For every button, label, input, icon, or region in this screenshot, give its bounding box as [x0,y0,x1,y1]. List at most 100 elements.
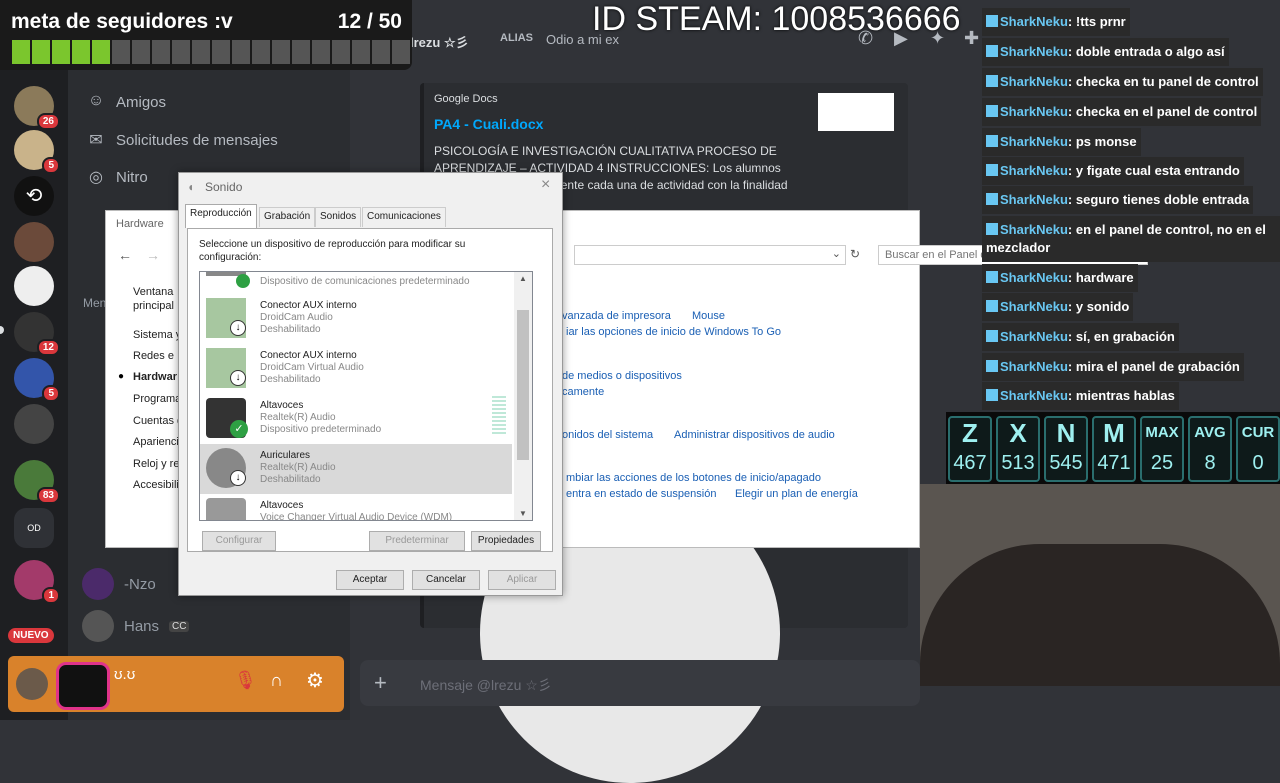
device-item[interactable]: ↓ Conector AUX interno DroidCam Audio De… [200,294,512,344]
composer-placeholder: Mensaje @lrezu ☆彡 [420,677,552,693]
cancel-button[interactable]: Cancelar [412,570,480,590]
set-default-button[interactable]: Predeterminar [369,531,465,551]
server-icon[interactable]: 26 [14,86,60,130]
nav-system[interactable]: Sistema y [133,329,181,341]
nav-label: Solicitudes de mensajes [116,131,278,149]
server-icon[interactable]: 5 [14,130,60,174]
address-bar[interactable]: ⌄ [574,245,846,265]
link-power-plan[interactable]: Elegir un plan de energía [735,488,858,500]
device-item[interactable]: Altavoces Voice Changer Virtual Audio De… [200,494,512,520]
nitro-icon: ◎ [89,169,103,186]
chat-text: : checka en el panel de control [1067,104,1258,119]
link-printer[interactable]: vanzada de impresora [562,310,671,322]
dm-item[interactable]: -Nzo [82,568,156,600]
nav-hardware[interactable]: Hardwar [133,371,177,383]
goal-segment [212,40,230,64]
server-icon[interactable]: ⟲ [14,176,54,216]
link-media[interactable]: de medios o dispositivos [562,370,682,382]
scroll-down-icon[interactable]: ▼ [519,509,527,518]
nav-friends[interactable]: ☺ Amigos [86,92,166,112]
tab-sounds[interactable]: Sonidos [315,207,362,227]
nav-appearance[interactable]: Aparienci [133,436,179,448]
close-icon[interactable]: × [541,176,550,194]
chat-username: SharkNeku [1000,270,1068,285]
embed-thumbnail[interactable] [818,93,894,131]
device-item[interactable]: Dispositivo de comunicaciones predetermi… [200,272,512,288]
chat-message: SharkNeku: !tts prnr [982,8,1130,36]
configure-button[interactable]: Configurar [202,531,276,551]
scrollbar[interactable]: ▲ ▼ [514,272,532,520]
link-mouse[interactable]: Mouse [692,310,725,322]
tab-recording[interactable]: Grabación [259,207,316,227]
nav-programs[interactable]: Programa [133,393,181,405]
default-check-icon: ✓ [230,420,248,438]
stat-key: X [1009,418,1027,448]
properties-button[interactable]: Propiedades [471,531,541,551]
forward-arrow-icon[interactable]: → [146,247,160,263]
scrollbar-thumb[interactable] [517,310,529,460]
refresh-icon[interactable]: ↻ [850,247,860,261]
chat-message: SharkNeku: mira el panel de grabación [982,353,1244,381]
link-system-sounds[interactable]: onidos del sistema [562,429,653,441]
chat-username: SharkNeku [1000,329,1068,344]
chat-text: : hardware [1067,270,1134,285]
server-icon[interactable]: 1 [14,560,60,604]
device-item[interactable]: ✓ Altavoces Realtek(R) Audio Dispositivo… [200,394,512,444]
server-icon[interactable] [14,404,54,444]
embed-title[interactable]: PA4 - Cuali.docx [434,116,543,132]
nav-nitro[interactable]: ◎ Nitro [86,167,148,187]
server-icon[interactable]: OD [14,508,54,548]
chat-text: : doble entrada o algo así [1067,44,1225,59]
chat-message: SharkNeku: checka en el panel de control [982,98,1262,126]
tab-playback[interactable]: Reproducción [185,204,257,228]
link-auto[interactable]: camente [562,386,604,398]
message-composer[interactable]: + Mensaje @lrezu ☆彡 [360,660,920,706]
server-icon[interactable] [14,222,54,262]
avatar [82,568,114,600]
scroll-up-icon[interactable]: ▲ [519,274,527,283]
nav-message-requests[interactable]: ✉ Solicitudes de mensajes [86,130,278,150]
device-item[interactable]: ↓ Auriculares Realtek(R) Audio Deshabili… [200,444,512,494]
chat-username: SharkNeku [1000,359,1068,374]
server-icon[interactable]: 12 [14,312,60,356]
nav-label: Amigos [116,93,167,111]
chat-message: SharkNeku: en el panel de control, no en… [982,216,1280,262]
stat-value: 25 [1150,452,1174,474]
mute-icon[interactable]: 🎙︎ [234,670,257,691]
link-audio-devices[interactable]: Administrar dispositivos de audio [674,429,835,441]
instagram-logo-icon [56,662,110,710]
device-item[interactable]: ↓ Conector AUX interno DroidCam Virtual … [200,344,512,394]
server-icon[interactable] [14,266,54,306]
nav-home[interactable]: Ventana principal del Panel de control [133,285,183,313]
back-arrow-icon[interactable]: ← [118,247,132,263]
nav-accessibility[interactable]: Accesibili [133,479,179,491]
server-icon[interactable]: 83 [14,460,60,504]
chat-username: SharkNeku [1000,388,1068,403]
apply-button[interactable]: Aplicar [488,570,556,590]
twitch-icon [986,330,998,342]
avatar[interactable] [16,668,48,700]
chat-username: SharkNeku [1000,134,1068,149]
tab-communications[interactable]: Comunicaciones [362,207,446,227]
nav-clock[interactable]: Reloj y re [133,458,179,470]
dm-item[interactable]: Hans CC [82,610,190,642]
ok-button[interactable]: Aceptar [336,570,404,590]
stat-box: Z 467 [948,416,992,482]
server-icon[interactable]: 5 [14,358,60,402]
link-windows-to-go[interactable]: iar las opciones de inicio de Windows To… [566,326,781,338]
server-badge: 12 [36,339,60,356]
instruction-text: Seleccione un dispositivo de reproducció… [199,239,466,263]
device-list[interactable]: Dispositivo de comunicaciones predetermi… [199,271,533,521]
chat-username: SharkNeku [1000,299,1068,314]
link-sleep[interactable]: entra en estado de suspensión [566,488,716,500]
headphones-icon[interactable]: ∩ [270,670,283,691]
chevron-down-icon[interactable]: ⌄ [832,247,841,260]
device-name: Auriculares [260,450,311,461]
link-power-buttons[interactable]: mbiar las acciones de los botones de ini… [566,472,821,484]
add-attachment-icon[interactable]: + [374,670,387,696]
device-status: Dispositivo de comunicaciones predetermi… [260,276,470,287]
settings-gear-icon[interactable]: ⚙ [306,668,324,693]
disabled-arrow-icon: ↓ [230,320,246,336]
nav-accounts[interactable]: Cuentas d [133,415,183,427]
goal-count: 12 / 50 [337,10,402,33]
